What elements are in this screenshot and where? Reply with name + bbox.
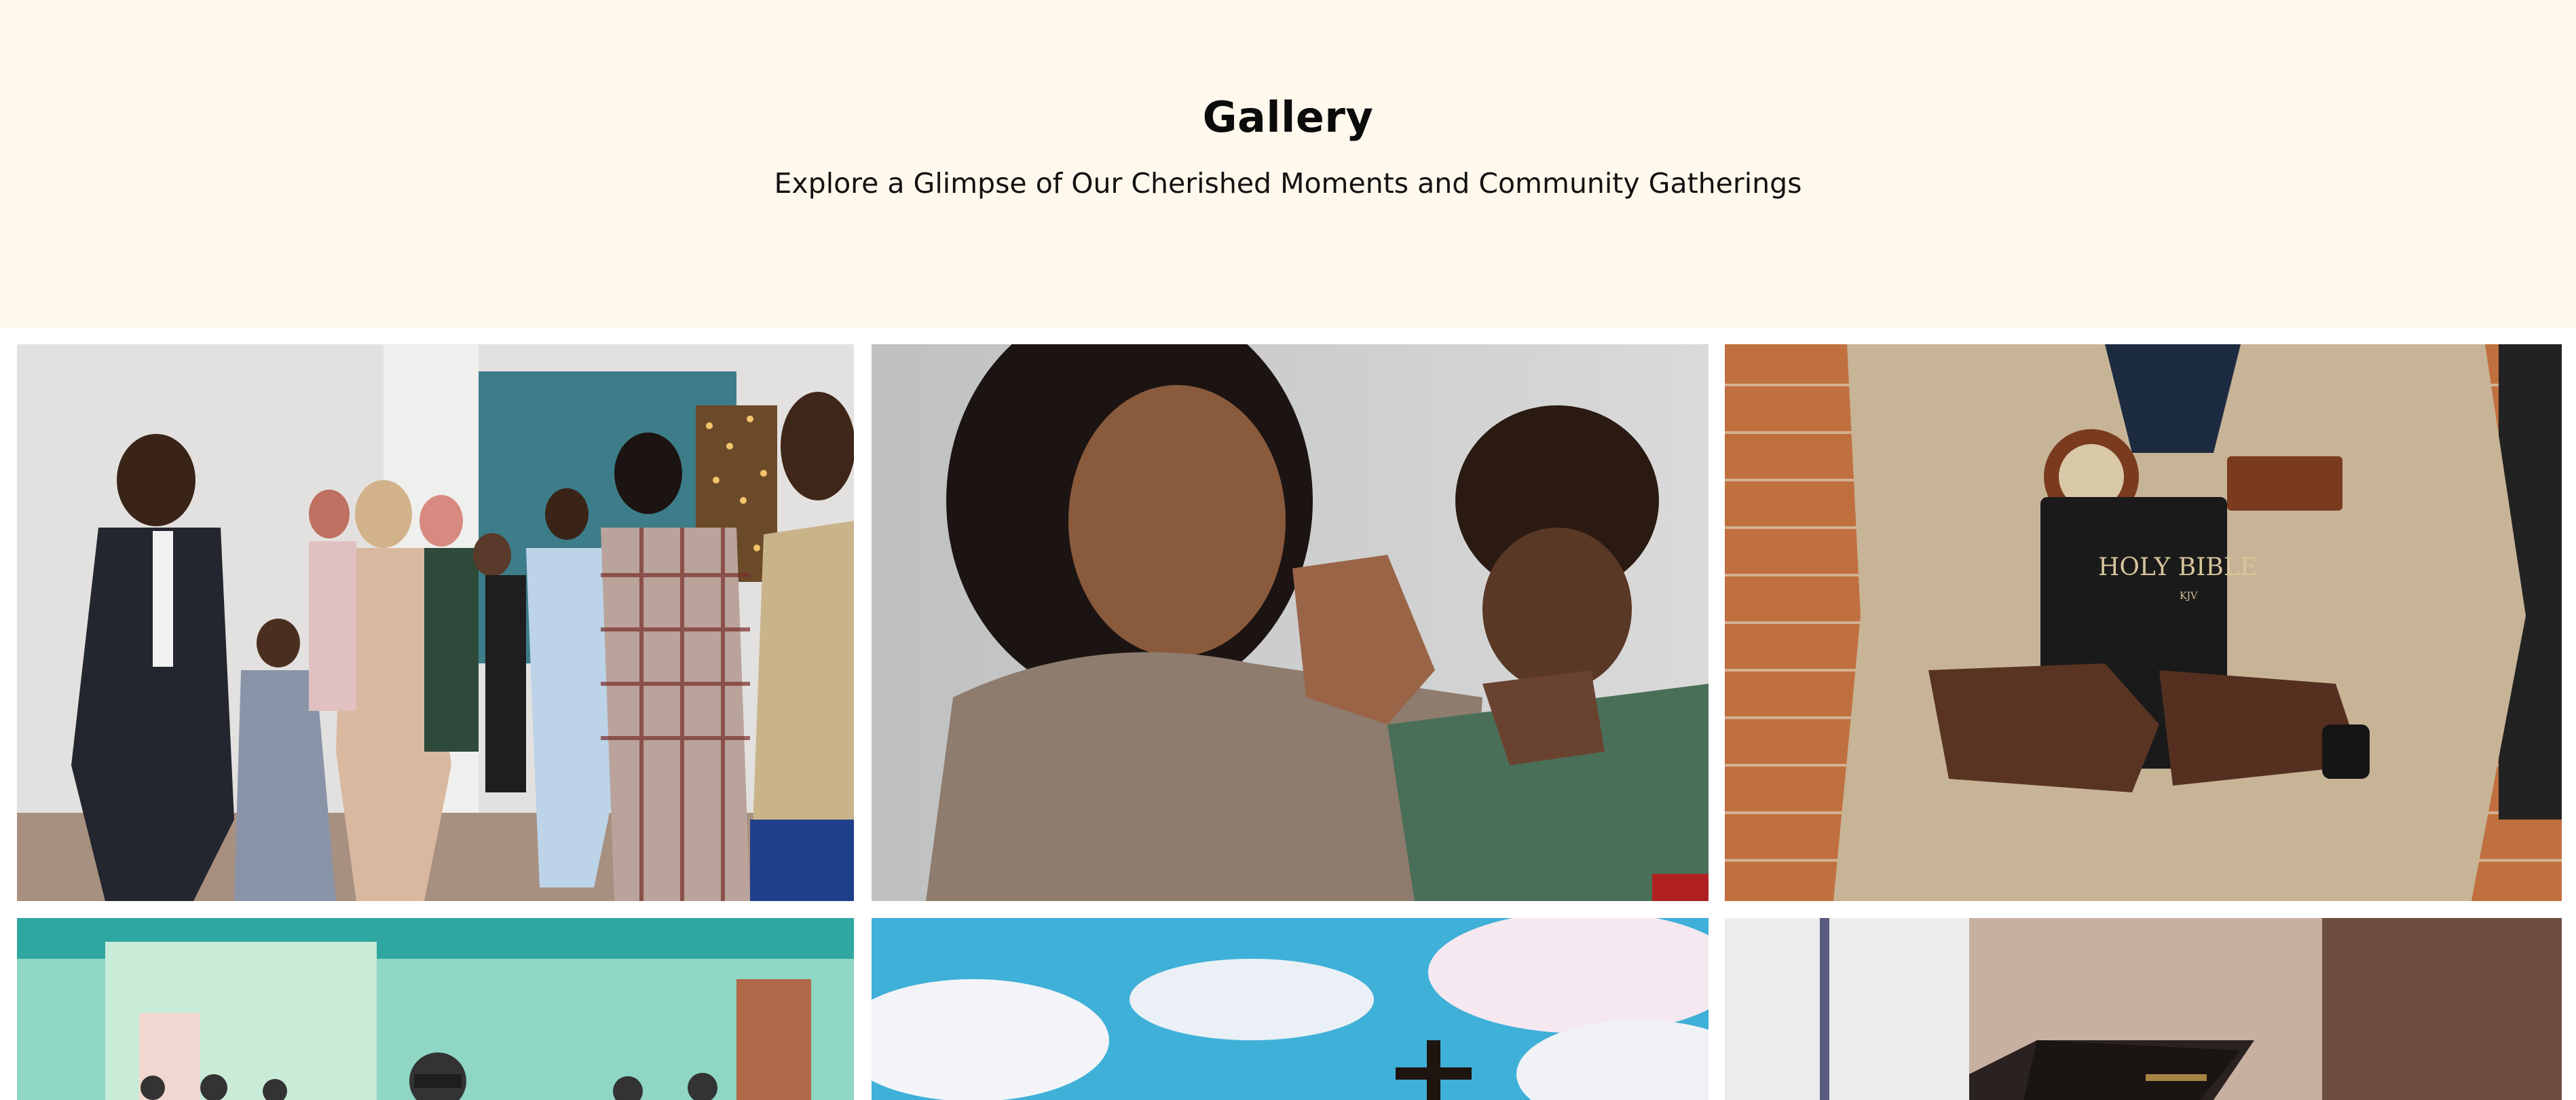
holy-bible-photo: HOLY BIBLE KJV — [1725, 344, 2562, 901]
praying-photo — [872, 344, 1709, 901]
gallery-image-cross-sky[interactable] — [872, 918, 1709, 1100]
gallery-image-praying[interactable] — [872, 344, 1709, 901]
gallery-image-audience[interactable] — [17, 918, 854, 1100]
gallery-image-holy-bible[interactable]: HOLY BIBLE KJV — [1725, 344, 2562, 901]
bible-pew-photo — [1725, 918, 2562, 1100]
audience-photo — [17, 918, 854, 1100]
gallery-grid: HOLY BIBLE KJV — [0, 0, 2576, 1100]
cross-sky-photo — [872, 918, 1709, 1100]
congregation-photo — [17, 344, 854, 901]
gallery-image-congregation[interactable] — [17, 344, 854, 901]
bible-edition-text: KJV — [2180, 591, 2198, 602]
gallery-image-bible-pew[interactable] — [1725, 918, 2562, 1100]
bible-title-text: HOLY BIBLE — [2098, 553, 2258, 581]
